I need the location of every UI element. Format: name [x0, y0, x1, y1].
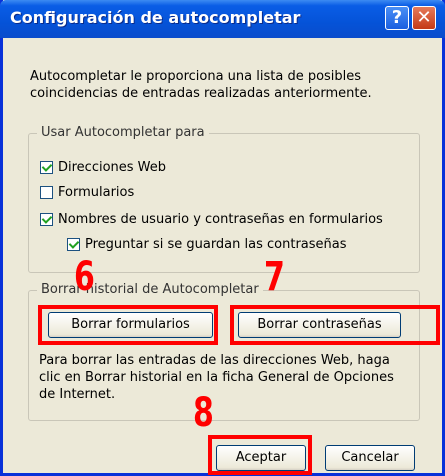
step-marker-7: 7 [264, 254, 285, 300]
use-autocomplete-legend: Usar Autocompletar para [37, 125, 209, 140]
checkbox-web-addresses[interactable]: Direcciones Web [40, 160, 166, 175]
close-icon: ✕ [416, 7, 432, 28]
checkbox-usernames-passwords[interactable]: Nombres de usuario y contraseñas en form… [40, 212, 383, 227]
help-button[interactable]: ? [385, 6, 409, 30]
step-marker-6: 6 [74, 254, 95, 300]
checkbox-web-addresses-label: Direcciones Web [58, 160, 167, 175]
highlight-clear-forms [38, 305, 218, 345]
checkbox-usernames-passwords-label: Nombres de usuario y contraseñas en form… [58, 212, 383, 227]
checkbox-forms[interactable]: Formularios [40, 185, 134, 200]
checkbox-ask-save-passwords[interactable]: Preguntar si se guardan las contraseñas [67, 237, 347, 252]
title-bar[interactable]: Configuración de autocompletar ? ✕ [0, 0, 445, 38]
checkbox-ask-save-passwords-box[interactable] [67, 238, 80, 251]
cancel-button[interactable]: Cancelar [325, 445, 415, 471]
step-marker-8: 8 [193, 390, 214, 436]
checkbox-ask-save-passwords-label: Preguntar si se guardan las contraseñas [85, 237, 347, 252]
checkbox-forms-box[interactable] [40, 186, 53, 199]
checkbox-forms-label: Formularios [58, 185, 135, 200]
intro-text: Autocompletar le proporciona una lista d… [30, 69, 372, 101]
clear-history-legend: Borrar historial de Autocompletar [37, 282, 263, 297]
checkbox-usernames-passwords-box[interactable] [40, 213, 53, 226]
help-icon: ? [391, 7, 403, 28]
highlight-ok [208, 435, 312, 475]
close-button[interactable]: ✕ [412, 6, 436, 30]
highlight-clear-passwords [230, 305, 440, 345]
checkbox-web-addresses-box[interactable] [40, 161, 53, 174]
use-autocomplete-group: Usar Autocompletar para [28, 125, 420, 273]
window-title: Configuración de autocompletar [10, 8, 301, 27]
clear-history-note: Para borrar las entradas de las direccio… [39, 353, 394, 402]
autocomplete-settings-dialog: Configuración de autocompletar ? ✕ Autoc… [0, 0, 445, 476]
